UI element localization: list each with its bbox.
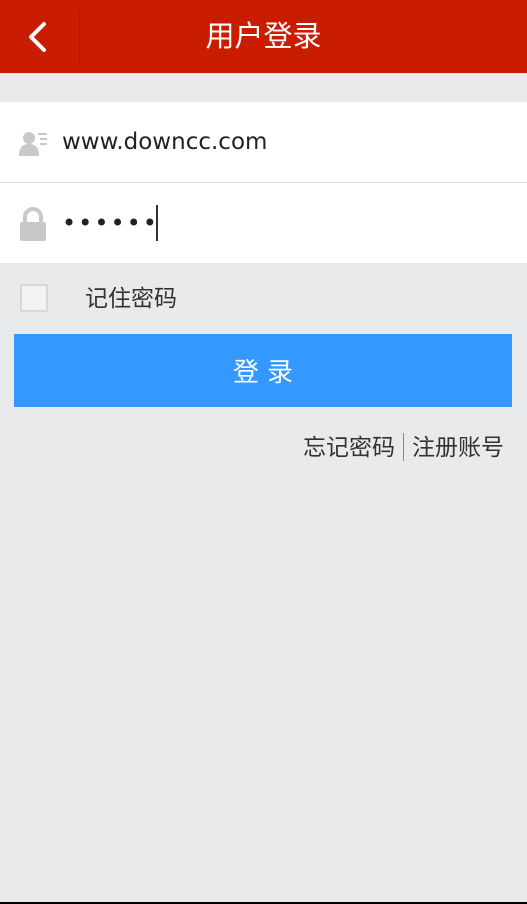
user-card-icon [19,132,47,156]
remember-checkbox[interactable] [20,284,48,312]
chevron-left-icon [29,22,46,52]
password-input[interactable]: •••••• [62,183,502,263]
forgot-password-link[interactable]: 忘记密码 [303,435,395,461]
account-links: 忘记密码 注册账号 [303,432,504,464]
lock-icon [20,207,46,241]
username-row [0,102,527,182]
remember-password[interactable]: 记住密码 [20,284,220,314]
back-button[interactable] [0,0,79,73]
top-bar: 用户登录 [0,0,527,73]
password-row: •••••• [0,183,527,263]
remember-label: 记住密码 [85,286,177,312]
login-button[interactable]: 登录 [14,334,512,407]
header-divider [79,12,80,62]
username-input[interactable] [62,102,502,182]
login-form: •••••• [0,102,527,263]
register-link[interactable]: 注册账号 [412,435,504,461]
text-cursor [156,205,158,241]
link-divider [403,432,404,461]
